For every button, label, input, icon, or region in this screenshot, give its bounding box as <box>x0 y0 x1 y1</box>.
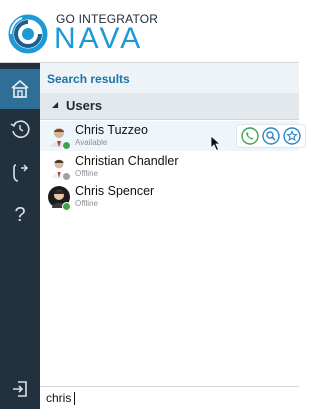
caret-down-icon: ◢ <box>52 100 59 109</box>
results-bar: Search results <box>40 63 299 94</box>
history-icon <box>10 120 30 138</box>
status-dot <box>62 202 71 211</box>
contact-name: Christian Chandler <box>75 154 179 168</box>
phone-transfer-icon <box>13 164 28 182</box>
app-header: GO INTEGRATOR NAVA <box>0 0 299 63</box>
group-header-users[interactable]: ◢ Users <box>40 93 299 120</box>
status-dot <box>62 141 71 150</box>
phone-icon[interactable] <box>241 127 259 145</box>
sidebar-item-transfer[interactable] <box>0 153 40 193</box>
contact-status: Offline <box>75 169 98 178</box>
home-icon <box>11 79 29 98</box>
brand-title: NAVA <box>54 22 144 55</box>
sidebar-item-history[interactable] <box>0 109 40 149</box>
contact-name: Chris Spencer <box>75 184 155 198</box>
contact-row[interactable]: Christian Chandler Offline <box>40 152 299 182</box>
contact-row[interactable]: Chris Spencer Offline <box>40 182 299 212</box>
contact-actions <box>236 124 306 148</box>
logout-icon <box>13 381 27 397</box>
status-dot <box>62 172 71 181</box>
sidebar-item-help[interactable]: ? <box>0 195 40 235</box>
contact-status: Offline <box>75 199 98 208</box>
search-input[interactable] <box>46 390 286 406</box>
search-icon[interactable] <box>262 127 280 145</box>
sidebar: ? <box>0 63 40 409</box>
results-title: Search results <box>47 72 130 86</box>
mouse-cursor-icon <box>210 135 222 152</box>
contact-name: Chris Tuzzeo <box>75 123 148 137</box>
main-panel: Search results ◢ Users Chris Tuzzeo Avai… <box>40 63 299 409</box>
nava-logo-icon <box>8 14 48 54</box>
star-icon[interactable] <box>283 127 301 145</box>
help-icon: ? <box>14 203 26 226</box>
sidebar-item-home[interactable] <box>0 69 40 109</box>
contact-status: Available <box>75 138 108 147</box>
group-label: Users <box>66 98 103 113</box>
search-bar <box>40 386 299 410</box>
text-caret <box>74 392 75 405</box>
sidebar-item-logout[interactable] <box>0 369 40 409</box>
